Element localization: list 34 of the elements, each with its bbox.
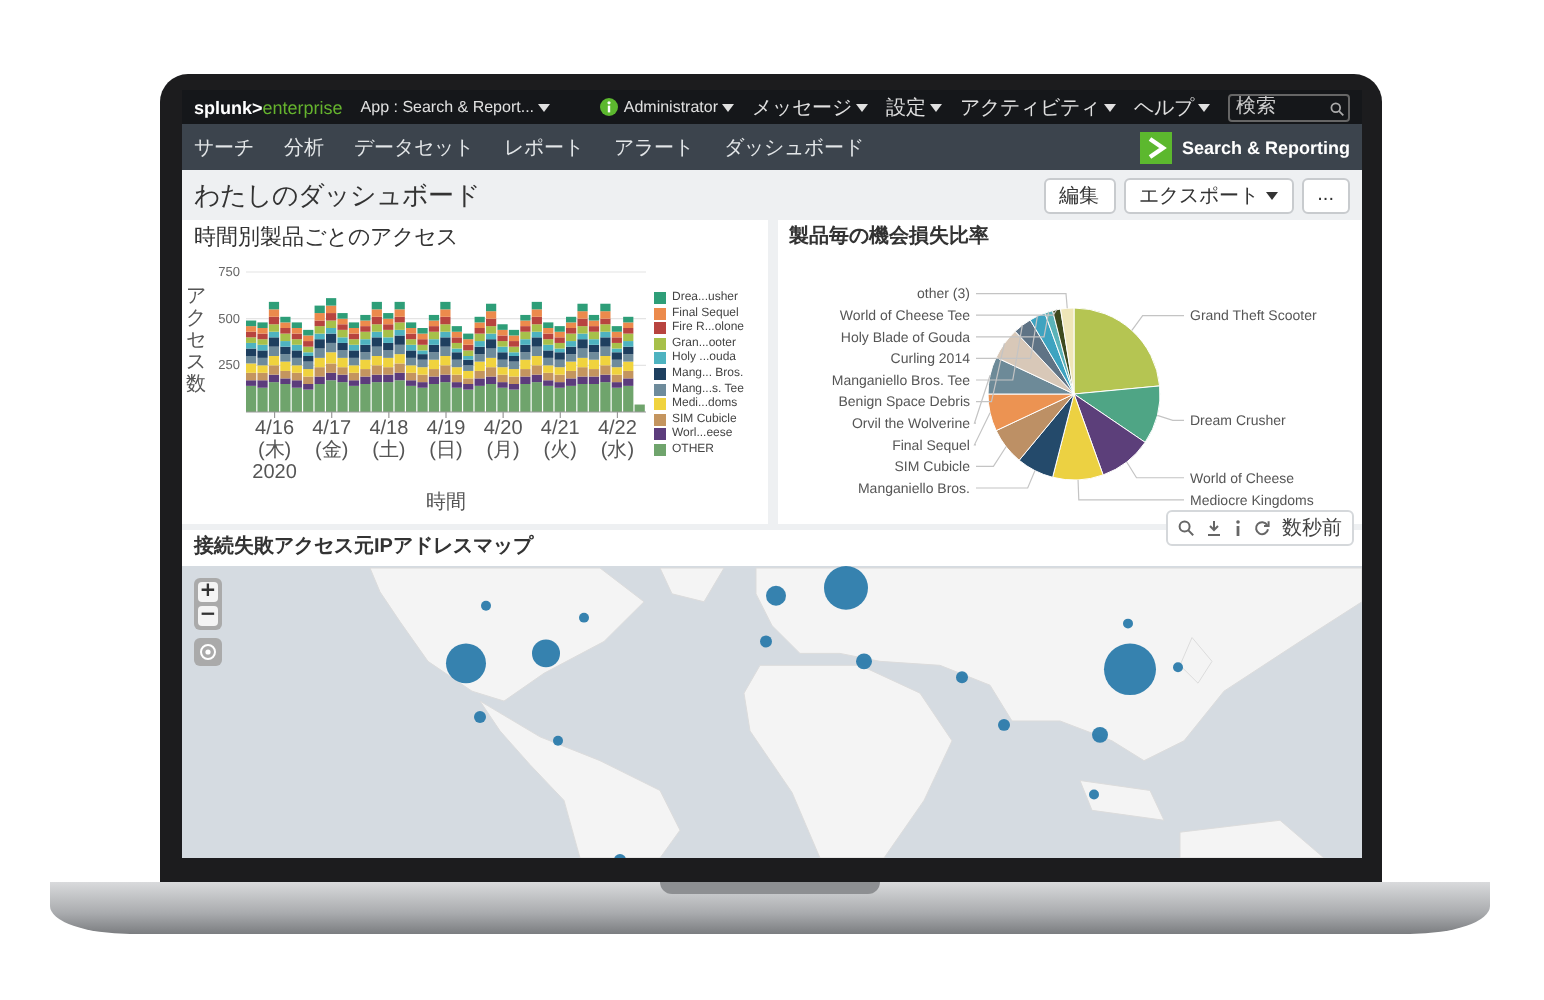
x-tick-label: 4/18 (土) — [367, 418, 411, 462]
x-axis-title: 時間 — [426, 489, 466, 516]
nav-tab[interactable]: ダッシュボード — [724, 133, 864, 161]
panel-title: 時間別製品ごとのアクセス — [192, 224, 460, 254]
menu-item[interactable]: ヘルプ — [1134, 93, 1210, 121]
search-field[interactable]: 検索 — [1228, 93, 1350, 121]
y-axis-title: アクセス数 — [186, 286, 206, 396]
x-tick-label: 4/21 (火) — [538, 418, 582, 462]
toolbar-button[interactable]: 編集 — [1043, 177, 1116, 213]
nav-tab[interactable]: 分析 — [284, 133, 324, 161]
zoom-in-button[interactable]: + — [198, 582, 218, 602]
panel-title: 製品毎の機会損失比率 — [787, 222, 991, 252]
x-tick-label: 4/16 (木) 2020 — [250, 418, 299, 484]
menu-item[interactable]: 設定 — [886, 93, 942, 121]
toolbar-button[interactable]: エクスポート — [1123, 177, 1294, 213]
toolbar-button[interactable]: ... — [1301, 177, 1350, 213]
dashboard-title: わたしのダッシュボード — [194, 177, 482, 213]
timestamp: 数秒前 — [1282, 515, 1342, 542]
product-logo[interactable]: splunk>enterprise — [194, 97, 343, 117]
x-tick-label: 4/20 (月) — [481, 418, 525, 462]
panel-title: 接続失敗アクセス元IPアドレスマップ — [191, 532, 536, 562]
x-tick-label: 4/22 (水) — [595, 418, 639, 462]
zoom-out-button[interactable]: − — [198, 606, 218, 626]
nav-tab[interactable]: サーチ — [194, 133, 254, 161]
nav-tab[interactable]: レポート — [504, 133, 584, 161]
nav-tab[interactable]: アラート — [614, 133, 694, 161]
user-menu[interactable]: Administrator — [623, 98, 734, 116]
x-tick-label: 4/17 (金) — [310, 418, 354, 462]
app-name: Search & Reporting — [1181, 137, 1350, 157]
menu-item[interactable]: アクティビティ — [960, 93, 1116, 121]
menu-item[interactable]: メッセージ — [752, 93, 868, 121]
nav-tab[interactable]: データセット — [354, 133, 474, 161]
app-menu[interactable]: App : Search & Report... — [360, 98, 551, 116]
x-tick-label: 4/19 (日) — [424, 418, 468, 462]
